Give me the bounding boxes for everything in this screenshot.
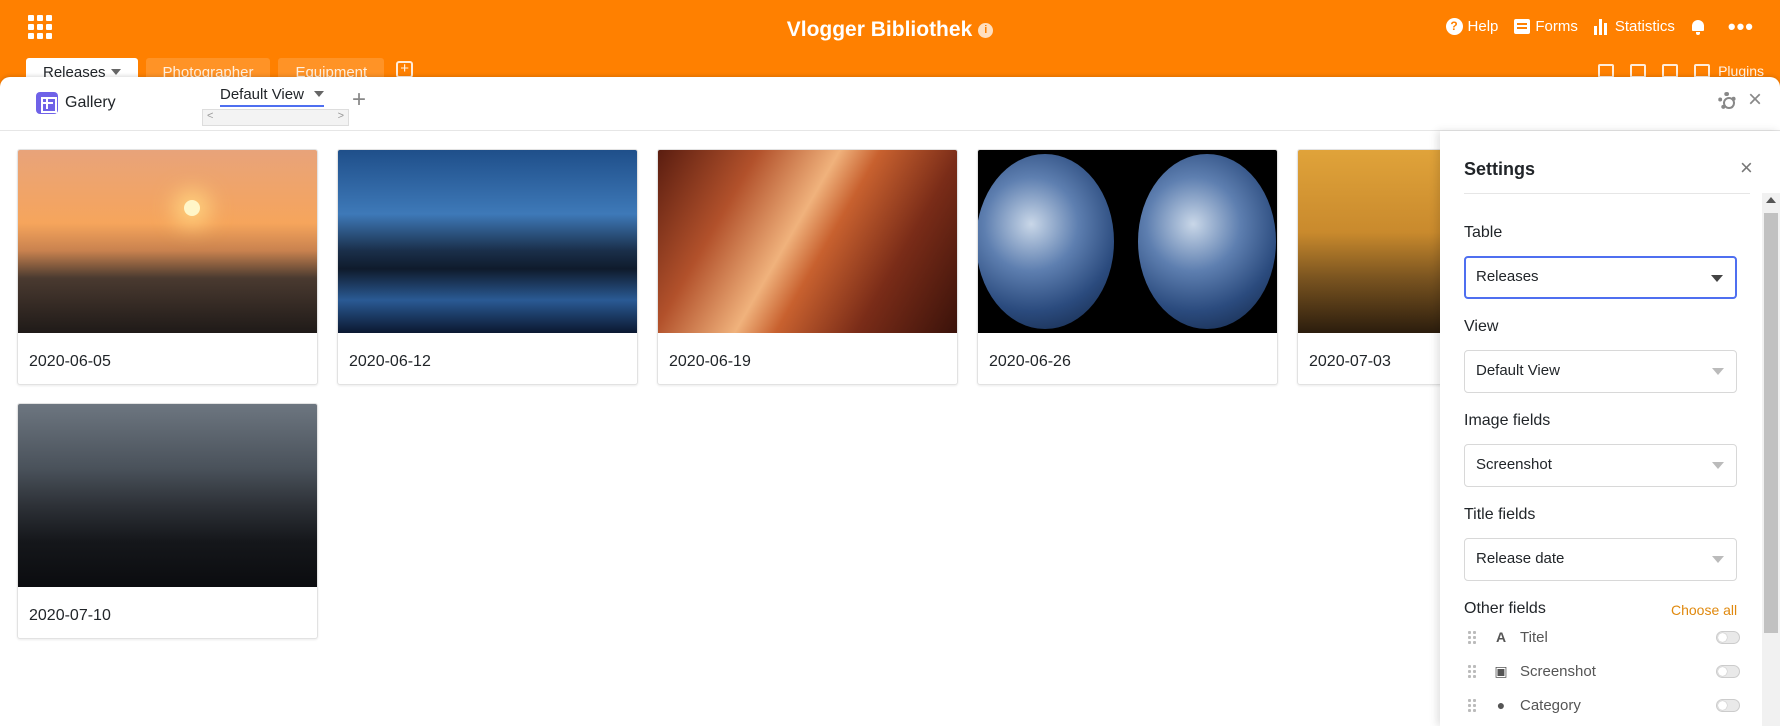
title-fields-label: Title fields: [1464, 506, 1536, 523]
forms-label: Forms: [1535, 18, 1578, 35]
other-field-row: ▣ Screenshot: [1464, 662, 1740, 684]
help-icon: ?: [1445, 18, 1463, 35]
card-title: 2020-07-10: [29, 607, 111, 624]
view-select-value: Default View: [1476, 362, 1560, 379]
field-toggle[interactable]: [1716, 665, 1740, 678]
card-title: 2020-06-05: [29, 353, 111, 370]
gallery-card[interactable]: 2020-06-19: [657, 149, 958, 385]
table-select-value: Releases: [1476, 268, 1539, 285]
view-tab-default[interactable]: Default View: [220, 86, 324, 107]
forms-icon: [1514, 19, 1531, 34]
image-fields-select[interactable]: Screenshot: [1464, 444, 1737, 487]
gallery-card[interactable]: 2020-06-12: [337, 149, 638, 385]
card-image-antelope-canyon: [658, 150, 957, 333]
card-title: 2020-06-19: [669, 353, 751, 370]
drag-handle-icon[interactable]: [1468, 665, 1476, 679]
more-menu-icon[interactable]: •••: [1728, 15, 1754, 37]
chevron-down-icon: [1712, 556, 1724, 563]
gallery-card[interactable]: 2020-07-10: [17, 403, 318, 639]
text-icon: A: [1495, 629, 1507, 645]
gallery-card[interactable]: 2020-06-26: [977, 149, 1278, 385]
table-label: Table: [1464, 224, 1503, 241]
other-fields-label: Other fields: [1464, 600, 1546, 617]
statistics-button[interactable]: Statistics: [1593, 18, 1675, 35]
bell-icon: [1691, 19, 1705, 35]
statistics-label: Statistics: [1614, 18, 1675, 35]
settings-title: Settings: [1464, 159, 1536, 179]
apps-grid-icon[interactable]: [28, 15, 52, 39]
notifications-button[interactable]: [1691, 19, 1710, 35]
close-icon[interactable]: ×: [1748, 88, 1762, 112]
close-icon[interactable]: ×: [1740, 155, 1753, 181]
gallery-icon: [36, 92, 58, 114]
forms-button[interactable]: Forms: [1514, 18, 1578, 35]
table-select[interactable]: Releases: [1464, 256, 1737, 299]
plugin-header: Gallery Default View < > + ×: [0, 77, 1780, 131]
divider: [1464, 193, 1750, 194]
field-name: Category: [1520, 697, 1581, 714]
field-toggle[interactable]: [1716, 699, 1740, 712]
view-label: View: [1464, 318, 1499, 335]
drag-handle-icon[interactable]: [1468, 631, 1476, 645]
base-title-text: Vlogger Bibliothek: [786, 18, 973, 41]
chevron-down-icon[interactable]: [110, 69, 121, 75]
scrollbar-thumb[interactable]: [1764, 213, 1778, 633]
add-table-icon[interactable]: +: [396, 61, 414, 78]
card-title: 2020-06-12: [349, 353, 431, 370]
archive-icon[interactable]: [1630, 64, 1647, 78]
card-title: 2020-07-03: [1309, 353, 1391, 370]
chevron-down-icon: [1711, 275, 1723, 282]
plugin-brand: Gallery: [36, 92, 116, 114]
help-label: Help: [1467, 18, 1499, 35]
view-tab-label: Default View: [220, 86, 304, 103]
script-icon[interactable]: [1662, 64, 1679, 78]
chevron-down-icon: [1712, 462, 1724, 469]
other-field-row: A Titel: [1464, 628, 1740, 650]
field-toggle[interactable]: [1716, 631, 1740, 644]
gallery-card[interactable]: 2020-06-05: [17, 149, 318, 385]
image-icon: ▣: [1494, 663, 1508, 679]
scroll-up-icon[interactable]: [1766, 197, 1776, 203]
info-icon[interactable]: i: [978, 23, 994, 38]
chevron-down-icon[interactable]: [313, 91, 324, 97]
scroll-right-icon[interactable]: >: [338, 110, 344, 122]
view-select[interactable]: Default View: [1464, 350, 1737, 393]
single-select-icon: ●: [1496, 697, 1506, 713]
drag-handle-icon[interactable]: [1468, 699, 1476, 713]
image-fields-label: Image fields: [1464, 412, 1551, 429]
card-image-shanghai-skyline: [18, 404, 317, 587]
bar-chart-icon: [1593, 18, 1610, 35]
field-name: Screenshot: [1520, 663, 1596, 680]
card-title: 2020-06-26: [989, 353, 1071, 370]
image-fields-select-value: Screenshot: [1476, 456, 1552, 473]
chevron-down-icon: [1712, 368, 1724, 375]
help-button[interactable]: ? Help: [1445, 18, 1499, 35]
scroll-left-icon[interactable]: <: [207, 110, 213, 122]
field-name: Titel: [1520, 629, 1548, 646]
other-field-row: ● Category: [1464, 696, 1740, 718]
settings-panel: Settings × Table Releases View Default V…: [1440, 131, 1780, 726]
top-bar: Vlogger Bibliothek i ? Help Forms Statist…: [0, 0, 1780, 84]
plugin-name: Gallery: [65, 94, 116, 111]
settings-scrollbar[interactable]: [1762, 193, 1780, 726]
card-image-yosemite-winter: [338, 150, 637, 333]
top-actions: ? Help Forms Statistics •••: [1430, 15, 1754, 37]
choose-all-link[interactable]: Choose all: [1671, 602, 1737, 618]
title-fields-select-value: Release date: [1476, 550, 1565, 567]
card-image-ocean-sunset: [18, 150, 317, 333]
gear-icon[interactable]: [1718, 92, 1736, 110]
view-tabs-scrollbar[interactable]: < >: [202, 109, 349, 126]
card-image-earth-hemispheres: [978, 150, 1277, 333]
title-fields-select[interactable]: Release date: [1464, 538, 1737, 581]
plugins-icon[interactable]: [1694, 64, 1711, 78]
share-icon[interactable]: [1598, 64, 1615, 78]
add-view-icon[interactable]: +: [352, 88, 366, 112]
